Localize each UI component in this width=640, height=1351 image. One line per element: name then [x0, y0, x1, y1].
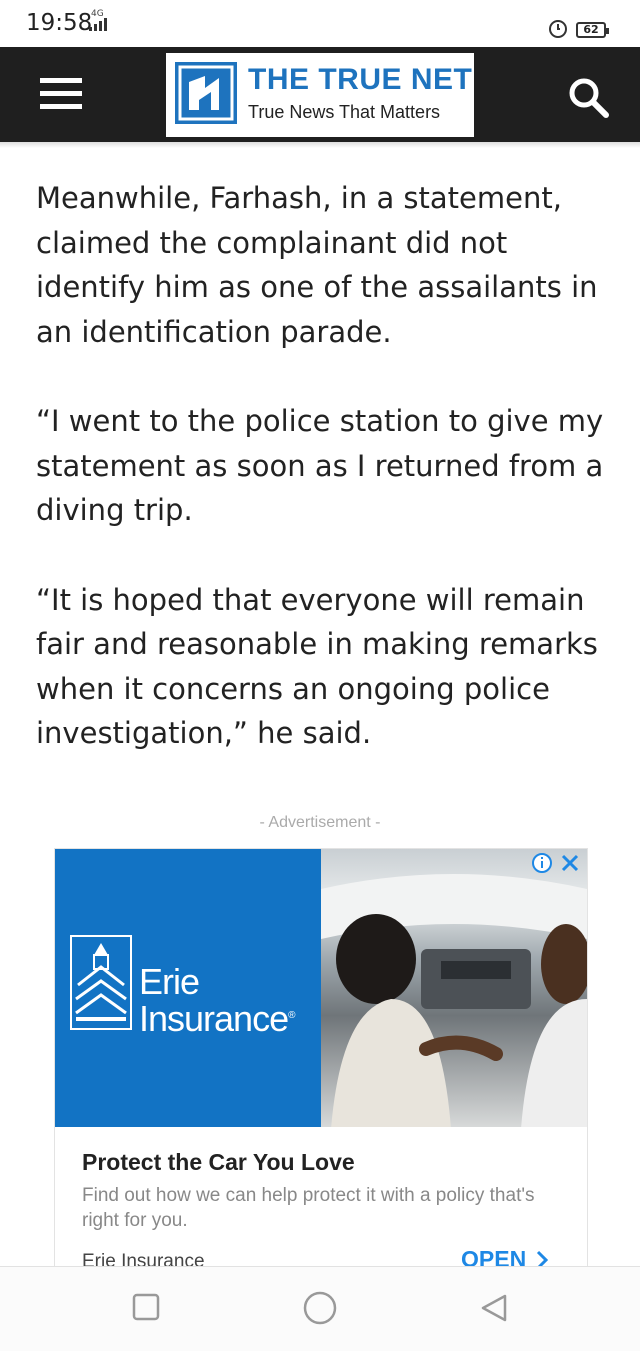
- site-header: THE TRUE NET True News That Matters: [0, 47, 640, 142]
- search-icon[interactable]: [566, 75, 612, 121]
- article-paragraph: “It is hoped that everyone will remain f…: [36, 582, 598, 751]
- home-icon[interactable]: [303, 1291, 337, 1325]
- system-nav-bar: [0, 1266, 640, 1351]
- hamburger-icon[interactable]: [40, 78, 82, 110]
- recents-icon[interactable]: [132, 1293, 160, 1321]
- logo-tagline: True News That Matters: [248, 102, 441, 122]
- logo-title: THE TRUE NET: [248, 63, 473, 96]
- logo-mark-icon: [175, 62, 237, 124]
- article-paragraph: Meanwhile, Farhash, in a statement, clai…: [36, 181, 598, 349]
- ad-car-photo[interactable]: [321, 849, 587, 1127]
- site-logo[interactable]: THE TRUE NET True News That Matters: [166, 53, 474, 137]
- back-icon[interactable]: [479, 1293, 509, 1323]
- ad-headline[interactable]: Protect the Car You Love: [82, 1149, 355, 1176]
- ad-close-icon[interactable]: [559, 852, 581, 874]
- header-shadow: [0, 142, 640, 148]
- battery-icon: 62: [576, 22, 609, 38]
- network-type: 4G: [91, 9, 104, 19]
- article-paragraph: “I went to the police station to give my…: [36, 404, 604, 527]
- status-bar: 19:58 4G 62: [0, 0, 640, 46]
- ad-description: Find out how we can help protect it with…: [82, 1185, 535, 1231]
- article-body: Meanwhile, Farhash, in a statement, clai…: [36, 176, 616, 801]
- advertisement-label: - Advertisement -: [259, 814, 381, 831]
- ad-brand-panel[interactable]: Erie Insurance®: [55, 849, 321, 1127]
- alarm-icon: [549, 20, 567, 38]
- ad-card[interactable]: Erie Insurance® Protect the Car You Love…: [54, 848, 588, 1279]
- status-time: 19:58: [26, 10, 93, 36]
- erie-logo-icon: [70, 935, 132, 1030]
- ad-info-icon[interactable]: [531, 852, 553, 874]
- signal-icon: 4G: [89, 9, 107, 31]
- ad-controls: [531, 852, 581, 874]
- ad-brand-line1: Erie: [139, 961, 200, 1002]
- ad-brand-line2: Insurance®: [139, 998, 296, 1039]
